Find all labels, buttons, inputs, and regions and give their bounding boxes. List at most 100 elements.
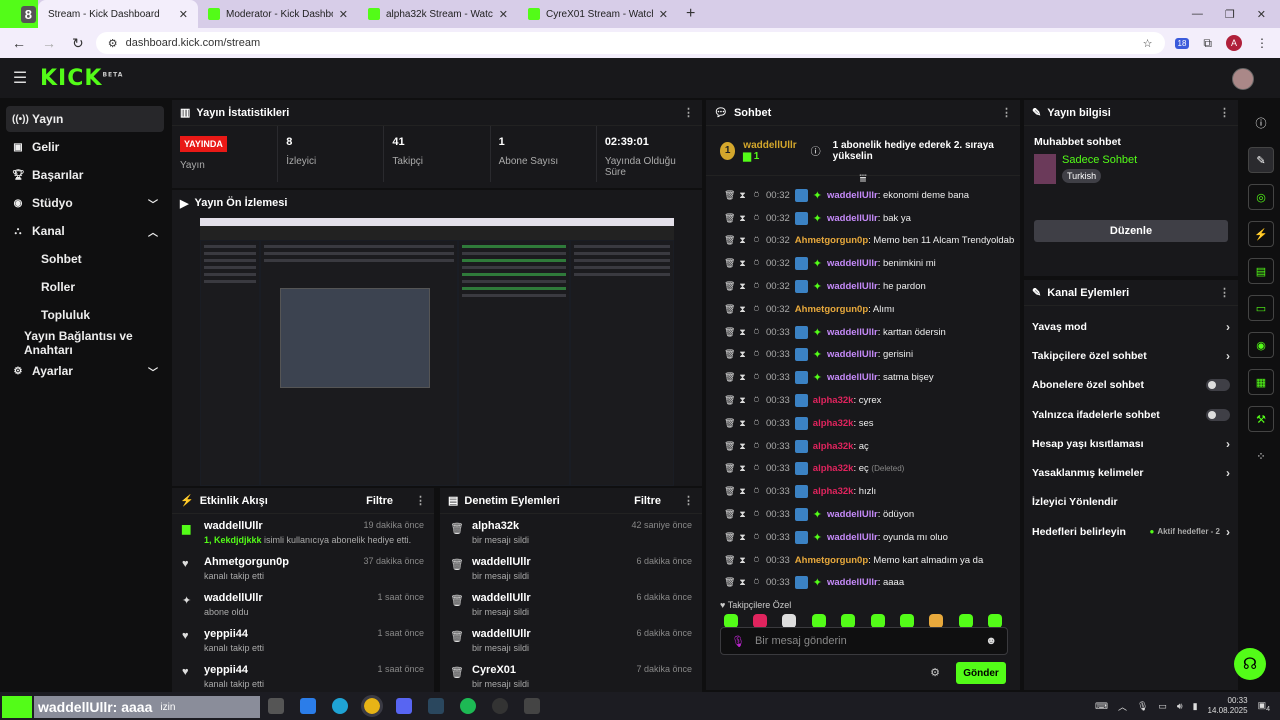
more-menu-icon[interactable]: ⋮ (415, 494, 426, 507)
delete-message-icon[interactable]: 🗑︎ (724, 509, 735, 520)
ban-icon[interactable]: ⍥ (752, 577, 761, 588)
message-username[interactable]: alpha32k (813, 486, 854, 497)
delete-message-icon[interactable]: 🗑︎ (724, 349, 735, 360)
reload-icon[interactable]: ↻ (72, 35, 84, 52)
broadcast-icon[interactable]: ◉ (1248, 332, 1274, 358)
mic-icon[interactable]: 🎙︎ (1137, 701, 1148, 712)
timeout-icon[interactable]: ⧗ (738, 395, 747, 406)
restore-icon[interactable]: ❐ (1225, 8, 1235, 21)
sidebar-item-ayarlar[interactable]: ⚙ Ayarlar ﹀ (6, 358, 164, 384)
activity-user[interactable]: Ahmetgorgun0p (204, 556, 289, 568)
message-username[interactable]: waddellUllr (827, 509, 878, 520)
tab-counter[interactable]: 8 (0, 0, 38, 28)
sidebar-item-sohbet[interactable]: Sohbet (6, 246, 164, 272)
minimize-icon[interactable]: — (1192, 8, 1203, 20)
channel-action-item[interactable]: Hedefleri belirleyin Aktif hedefler - 2 › (1024, 517, 1238, 546)
delete-message-icon[interactable]: 🗑︎ (724, 418, 735, 429)
timeout-icon[interactable]: ⧗ (738, 349, 747, 360)
timeout-icon[interactable]: ⧗ (738, 486, 747, 497)
keyboard-icon[interactable]: ⌨ (1095, 701, 1108, 712)
close-icon[interactable]: ✕ (179, 8, 188, 21)
chrome-icon[interactable] (361, 695, 383, 717)
timeout-icon[interactable]: ⧗ (738, 258, 747, 269)
timeout-icon[interactable]: ⧗ (738, 235, 747, 246)
tag-chip[interactable]: Turkish (1062, 169, 1102, 183)
moderator-user[interactable]: alpha32k (472, 520, 519, 532)
back-icon[interactable]: ← (12, 35, 26, 52)
more-menu-icon[interactable]: ⋮ (683, 106, 694, 119)
send-button[interactable]: Gönder (956, 662, 1006, 684)
chat-input[interactable]: 🎙︎ Bir mesaj gönderin ☻ (720, 627, 1008, 655)
close-icon[interactable]: ✕ (499, 8, 508, 21)
chat-message[interactable]: 🗑︎ ⧗ ⍥ 00:32 ✦ waddellUllr: bak ya (706, 207, 1020, 230)
toggle-switch[interactable] (1206, 408, 1230, 421)
stream-preview-video[interactable] (200, 218, 674, 486)
chat-message[interactable]: 🗑︎ ⧗ ⍥ 00:33 alpha32k: cyrex (706, 389, 1020, 412)
support-chat-icon[interactable]: ☊ (1234, 648, 1266, 680)
pinned-gift-leaderboard[interactable]: 1 waddellUllr ▆ 1 ⓘ 1 abonelik hediye ede… (706, 126, 1020, 176)
network-icon[interactable]: ▭ (1158, 701, 1167, 712)
more-menu-icon[interactable]: ⋮ (1219, 106, 1230, 119)
category-thumbnail[interactable] (1034, 154, 1056, 184)
browser-tab[interactable]: Stream - Kick Dashboard ✕ (38, 0, 198, 28)
message-username[interactable]: waddellUllr (827, 577, 878, 588)
message-username[interactable]: waddellUllr (827, 349, 878, 360)
moderator-user[interactable]: waddellUllr (472, 592, 531, 604)
message-username[interactable]: waddellUllr (827, 372, 878, 383)
ban-icon[interactable]: ⍥ (752, 349, 761, 360)
delete-message-icon[interactable]: 🗑︎ (724, 281, 735, 292)
chat-message[interactable]: 🗑︎ ⧗ ⍥ 00:33 ✦ waddellUllr: karttan öder… (706, 321, 1020, 344)
document-icon[interactable]: ▤ (1248, 258, 1274, 284)
message-username[interactable]: waddellUllr (827, 258, 878, 269)
bookmark-star-icon[interactable]: ☆ (1143, 37, 1153, 50)
channel-action-item[interactable]: Yavaş mod › (1024, 312, 1238, 341)
ban-icon[interactable]: ⍥ (752, 258, 761, 269)
delete-message-icon[interactable]: 🗑︎ (724, 532, 735, 543)
ban-icon[interactable]: ⍥ (752, 235, 761, 246)
forward-icon[interactable]: → (42, 35, 56, 52)
browser-tab[interactable]: Moderator - Kick Dashboard ✕ (198, 0, 358, 28)
channel-action-item[interactable]: Abonelere özel sohbet (1024, 371, 1238, 400)
sidebar-item-yayin[interactable]: ((•)) Yayın (6, 106, 164, 132)
notification-icon[interactable]: ▣4 (1258, 700, 1270, 713)
chat-icon[interactable]: ▭ (1248, 295, 1274, 321)
delete-message-icon[interactable]: 🗑︎ (724, 213, 735, 224)
window-close-icon[interactable]: ✕ (1257, 8, 1266, 21)
chat-message[interactable]: 🗑︎ ⧗ ⍥ 00:33 ✦ waddellUllr: gerisini (706, 344, 1020, 367)
channel-action-item[interactable]: Takipçilere özel sohbet › (1024, 341, 1238, 370)
activity-user[interactable]: waddellUllr (204, 592, 263, 604)
discord-icon[interactable] (396, 698, 412, 714)
chat-message[interactable]: 🗑︎ ⧗ ⍥ 00:33 alpha32k: hızlı (706, 480, 1020, 503)
more-menu-icon[interactable]: ⋮ (683, 494, 694, 507)
ban-icon[interactable]: ⍥ (752, 395, 761, 406)
timeout-icon[interactable]: ⧗ (738, 372, 747, 383)
profile-avatar[interactable]: A (1226, 35, 1242, 51)
tray-overflow-icon[interactable]: ︿ (1118, 700, 1127, 713)
extensions-icon[interactable]: ⧉ (1203, 36, 1212, 51)
timeout-icon[interactable]: ⧗ (738, 509, 747, 520)
close-icon[interactable]: ✕ (339, 8, 348, 21)
copilot-icon[interactable] (300, 698, 316, 714)
timeout-icon[interactable]: ⧗ (738, 418, 747, 429)
microphone-icon[interactable]: 🎙︎ (731, 635, 745, 648)
sidebar-item-studyo[interactable]: ◉ Stüdyo ﹀ (6, 190, 164, 216)
scroll-to-top-icon[interactable]: ⩸ (706, 172, 1020, 184)
delete-message-icon[interactable]: 🗑︎ (724, 486, 735, 497)
delete-message-icon[interactable]: 🗑︎ (724, 441, 735, 452)
timeout-icon[interactable]: ⧗ (738, 555, 747, 566)
message-username[interactable]: waddellUllr (827, 281, 878, 292)
timeout-icon[interactable]: ⧗ (738, 304, 747, 315)
more-menu-icon[interactable]: ⋮ (1001, 106, 1012, 119)
delete-message-icon[interactable]: 🗑︎ (724, 235, 735, 246)
delete-message-icon[interactable]: 🗑︎ (724, 555, 735, 566)
moderator-user[interactable]: waddellUllr (472, 628, 531, 640)
chat-message[interactable]: 🗑︎ ⧗ ⍥ 00:33 alpha32k: eç (Deleted) (706, 458, 1020, 481)
sidebar-item-stream-key[interactable]: Yayın Bağlantısı ve Anahtarı (6, 329, 164, 357)
timeout-icon[interactable]: ⧗ (738, 577, 747, 588)
info-icon[interactable]: ⓘ (1248, 110, 1274, 136)
delete-message-icon[interactable]: 🗑︎ (724, 395, 735, 406)
ban-icon[interactable]: ⍥ (752, 304, 761, 315)
obs-icon[interactable] (492, 698, 508, 714)
delete-message-icon[interactable]: 🗑︎ (724, 304, 735, 315)
edit-button[interactable]: Düzenle (1034, 220, 1228, 242)
